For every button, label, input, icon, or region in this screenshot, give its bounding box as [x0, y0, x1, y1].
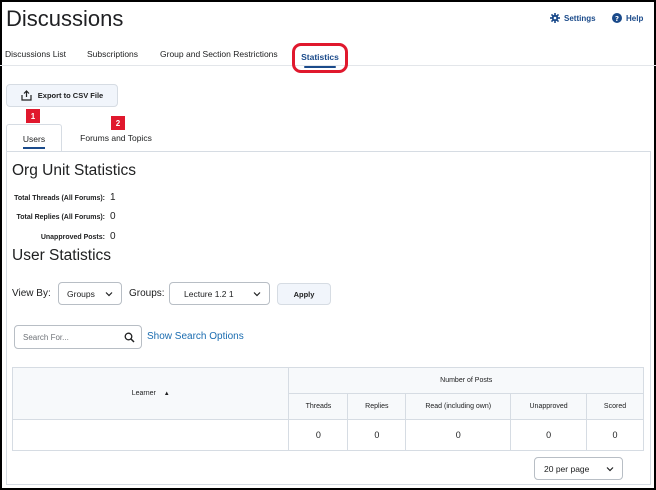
tab-forums-and-topics[interactable]: Forums and Topics: [64, 124, 168, 152]
chevron-down-icon: [606, 467, 614, 472]
nav-subscriptions[interactable]: Subscriptions: [87, 49, 138, 59]
search-placeholder: Search For...: [23, 332, 69, 342]
annotation-badge-1: 1: [26, 109, 40, 123]
export-icon: [21, 90, 32, 101]
user-statistics-table: Learner ▲ Number of Posts Threads Replie…: [11, 367, 644, 451]
tab-users-label: Users: [22, 133, 46, 144]
replies-column-header: Replies: [347, 393, 407, 420]
org-unit-statistics-title: Org Unit Statistics: [12, 162, 137, 179]
table-row: 0 0 0 0 0: [11, 419, 644, 451]
sort-ascending-icon: ▲: [163, 391, 170, 397]
settings-link[interactable]: Settings: [550, 13, 596, 23]
tab-users[interactable]: Users: [6, 124, 62, 152]
groups-label: Groups:: [129, 288, 165, 299]
help-label: Help: [626, 13, 644, 23]
help-link[interactable]: ? Help: [612, 13, 643, 23]
nav-statistics-label: Statistics: [301, 52, 339, 62]
unapproved-posts-value: 0: [110, 231, 116, 242]
help-icon: ?: [612, 13, 622, 23]
threads-cell: 0: [288, 419, 349, 451]
unapproved-cell: 0: [510, 419, 588, 451]
show-search-options-link[interactable]: Show Search Options: [147, 331, 244, 342]
tab-underline: [23, 147, 45, 149]
chevron-down-icon: [253, 292, 261, 297]
view-by-select[interactable]: Groups: [58, 282, 122, 305]
total-replies-value: 0: [110, 211, 116, 222]
groups-value: Lecture 1.2 1: [184, 288, 234, 299]
total-threads-label: Total Threads (All Forums):: [14, 195, 105, 202]
page-title: Discussions: [6, 6, 124, 31]
per-page-value: 20 per page: [544, 463, 590, 474]
apply-button[interactable]: Apply: [277, 283, 331, 305]
nav-statistics[interactable]: Statistics: [292, 43, 348, 73]
scored-column-header: Scored: [586, 393, 644, 420]
scored-cell: 0: [586, 419, 644, 451]
search-icon[interactable]: [124, 332, 135, 343]
total-replies-label: Total Replies (All Forums):: [16, 214, 105, 221]
user-statistics-title: User Statistics: [12, 247, 112, 264]
total-threads-value: 1: [110, 192, 116, 203]
threads-column-header: Threads: [288, 393, 349, 420]
nav-group-section-restrictions[interactable]: Group and Section Restrictions: [160, 49, 278, 59]
read-cell: 0: [405, 419, 512, 451]
gear-icon: [550, 13, 560, 23]
export-label: Export to CSV File: [37, 91, 104, 100]
active-underline: [304, 66, 336, 68]
svg-text:?: ?: [615, 15, 619, 23]
read-column-header: Read (including own): [405, 393, 512, 420]
per-page-select[interactable]: 20 per page: [534, 457, 623, 480]
discussions-nav: Discussions List Subscriptions Group and…: [0, 40, 656, 73]
replies-cell: 0: [347, 419, 407, 451]
learner-cell: [11, 419, 290, 451]
unapproved-column-header: Unapproved: [510, 393, 588, 420]
chevron-down-icon: [105, 292, 113, 297]
tab-forums-label: Forums and Topics: [80, 132, 152, 143]
number-of-posts-header: Number of Posts: [288, 367, 644, 394]
search-field[interactable]: Search For...: [14, 325, 142, 349]
view-by-label: View By:: [12, 288, 51, 299]
settings-label: Settings: [564, 13, 596, 23]
view-by-value: Groups: [67, 288, 95, 299]
learner-column-header[interactable]: Learner ▲: [11, 367, 290, 420]
unapproved-posts-label: Unapproved Posts:: [40, 234, 105, 241]
nav-discussions-list[interactable]: Discussions List: [5, 49, 66, 59]
groups-select[interactable]: Lecture 1.2 1: [169, 282, 270, 305]
learner-header-label: Learner: [131, 390, 156, 397]
export-csv-button[interactable]: Export to CSV File: [6, 84, 118, 107]
